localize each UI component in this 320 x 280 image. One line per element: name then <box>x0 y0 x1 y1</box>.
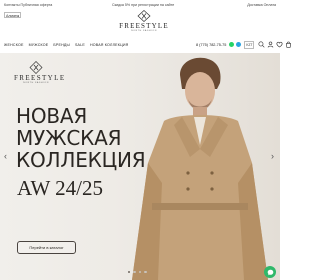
telegram-icon[interactable] <box>235 42 241 47</box>
site-logo[interactable]: FREESTYLE NORTH FASHION <box>119 10 169 42</box>
slider-prev-arrow-icon[interactable]: ‹ <box>4 151 7 161</box>
header-actions: 8 (775) 782-75-75 KZT <box>196 40 292 49</box>
nav-item-new-collection[interactable]: НОВАЯ КОЛЛЕКЦИЯ <box>90 43 129 47</box>
heart-icon[interactable] <box>276 41 283 48</box>
currency-select[interactable]: KZT <box>244 40 255 49</box>
slider-dot[interactable] <box>144 271 147 274</box>
chat-button[interactable] <box>264 266 276 278</box>
nav-item-women[interactable]: ЖЕНСКОЕ <box>4 43 24 47</box>
search-icon[interactable] <box>258 41 265 48</box>
logo-mark-icon <box>137 10 151 22</box>
hero-logo-mark-icon <box>29 61 43 74</box>
hero-logo-text: FREESTYLE <box>14 74 66 82</box>
hero-logo-subtitle: NORTH FASHION <box>23 82 49 84</box>
cart-icon[interactable] <box>285 41 292 48</box>
hero-logo: FREESTYLE NORTH FASHION <box>14 61 66 85</box>
phone-number[interactable]: 8 (775) 782-75-75 <box>196 43 226 47</box>
hero-banner[interactable]: FREESTYLE NORTH FASHION НОВАЯ МУЖСКАЯ КО… <box>0 53 280 280</box>
hero-season: AW 24/25 <box>17 176 104 200</box>
whatsapp-icon[interactable] <box>229 42 235 47</box>
go-to-catalog-button[interactable]: Перейти в каталог <box>17 241 76 254</box>
slider-dot[interactable] <box>133 271 136 274</box>
hero-headline: НОВАЯ МУЖСКАЯ КОЛЛЕКЦИЯ <box>16 104 146 172</box>
hero-headline-line-3: КОЛЛЕКЦИЯ <box>16 148 146 172</box>
hero-headline-line-1: НОВАЯ <box>16 104 88 128</box>
main-nav: ЖЕНСКОЕ МУЖСКОЕ БРЕНДЫ SALE НОВАЯ КОЛЛЕК… <box>4 41 132 49</box>
nav-item-sale[interactable]: SALE <box>75 43 85 47</box>
nav-item-brands[interactable]: БРЕНДЫ <box>53 43 70 47</box>
logo-subtitle: NORTH FASHION <box>131 30 157 32</box>
topbar-links[interactable]: Контакты Публичная оферта <box>4 0 52 11</box>
chevron-down-icon: ▾ <box>17 14 19 18</box>
logo-text: FREESTYLE <box>119 22 169 30</box>
slider-pagination <box>128 271 147 274</box>
hero-headline-line-2: МУЖСКАЯ <box>16 126 122 150</box>
delivery-links[interactable]: Доставка Оплата <box>247 0 276 11</box>
slider-dot[interactable] <box>138 271 142 274</box>
chat-icon <box>267 269 273 275</box>
nav-item-men[interactable]: МУЖСКОЕ <box>29 43 49 47</box>
slider-next-arrow-icon[interactable]: › <box>271 151 274 161</box>
slider-dot[interactable] <box>128 271 131 274</box>
user-icon[interactable] <box>267 41 274 48</box>
city-select[interactable]: Алматы ▾ <box>4 12 21 18</box>
